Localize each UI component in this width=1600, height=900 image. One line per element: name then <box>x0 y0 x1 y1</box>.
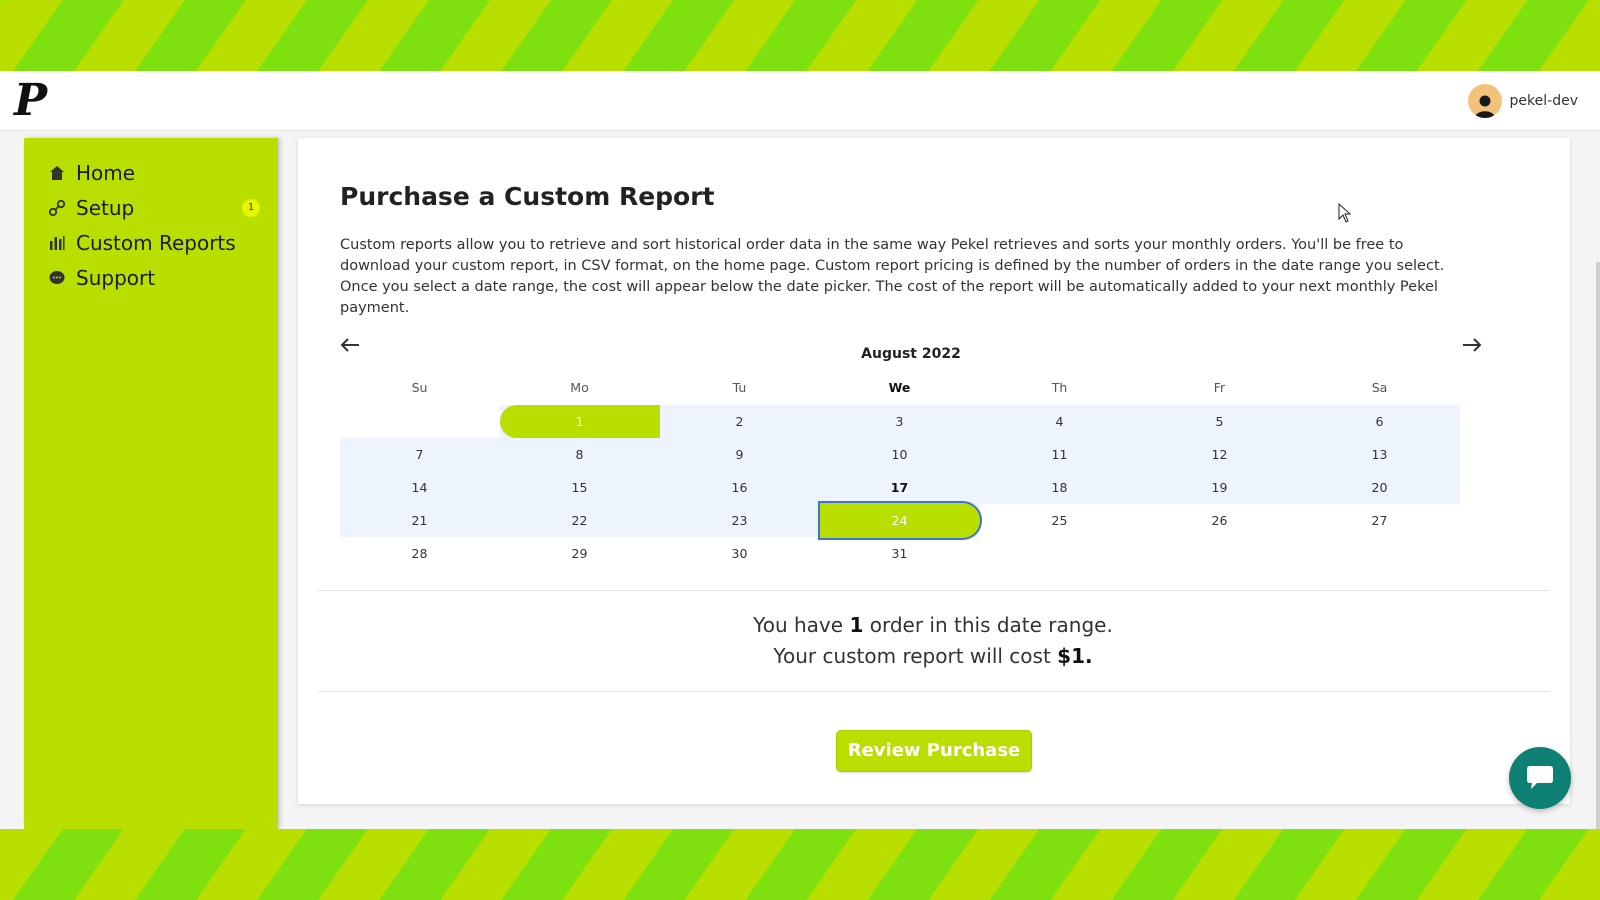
chat-bubble-icon <box>48 269 66 287</box>
calendar-day[interactable]: 8 <box>498 438 661 471</box>
summary-text: Your custom report will cost <box>773 644 1058 668</box>
calendar-day[interactable]: 19 <box>1138 471 1301 504</box>
sidebar-item-label: Custom Reports <box>76 231 236 255</box>
calendar-day[interactable]: 18 <box>978 471 1141 504</box>
calendar-day[interactable]: 4 <box>978 405 1141 438</box>
page-title: Purchase a Custom Report <box>340 182 715 211</box>
weekday-header: Su <box>411 380 428 395</box>
calendar-day[interactable]: 31 <box>818 537 981 570</box>
calendar-day[interactable]: 27 <box>1298 504 1461 537</box>
calendar-day[interactable]: 23 <box>658 504 821 537</box>
sidebar-item-support[interactable]: Support <box>48 266 155 290</box>
sidebar: Home Setup 1 Custom Reports Support <box>24 138 278 829</box>
calendar-day[interactable]: 21 <box>338 504 501 537</box>
calendar-day[interactable]: 22 <box>498 504 661 537</box>
calendar-day[interactable]: 11 <box>978 438 1141 471</box>
divider <box>318 691 1550 692</box>
calendar-day[interactable]: 7 <box>338 438 501 471</box>
calendar-day[interactable]: 13 <box>1298 438 1461 471</box>
link-icon <box>48 199 66 217</box>
chat-icon <box>1527 766 1553 789</box>
calendar-day[interactable]: 10 <box>818 438 981 471</box>
calendar-day[interactable]: 14 <box>338 471 501 504</box>
calendar-day[interactable]: 1 <box>498 405 661 438</box>
sidebar-item-label: Setup <box>76 196 135 220</box>
divider <box>318 590 1550 591</box>
calendar-day[interactable]: 28 <box>338 537 501 570</box>
user-menu[interactable]: pekel-dev <box>1467 84 1578 118</box>
pekel-logo[interactable]: P <box>14 75 47 127</box>
calendar-day[interactable]: 5 <box>1138 405 1301 438</box>
custom-report-card: Purchase a Custom Report Custom reports … <box>298 138 1570 804</box>
scrollbar[interactable] <box>1596 262 1600 852</box>
calendar-day[interactable]: 3 <box>818 405 981 438</box>
calendar-day[interactable]: 24 <box>818 504 981 537</box>
weekday-header: Th <box>1051 380 1068 395</box>
weekday-header: Sa <box>1371 380 1388 395</box>
main-area: Home Setup 1 Custom Reports Support Purc… <box>0 131 1600 852</box>
calendar-day[interactable]: 30 <box>658 537 821 570</box>
weekday-header: Fr <box>1213 380 1226 395</box>
user-avatar-icon[interactable] <box>1467 84 1502 118</box>
sidebar-item-home[interactable]: Home <box>48 161 135 185</box>
calendar-day[interactable]: 20 <box>1298 471 1461 504</box>
calendar-day[interactable]: 16 <box>658 471 821 504</box>
order-count: 1 <box>849 613 864 637</box>
order-count-line: You have 1 order in this date range. <box>340 610 1526 641</box>
calendar-day[interactable]: 25 <box>978 504 1141 537</box>
weekday-header: Tu <box>732 380 747 395</box>
page-description: Custom reports allow you to retrieve and… <box>340 237 1445 316</box>
calendar-day[interactable]: 29 <box>498 537 661 570</box>
sidebar-item-label: Support <box>76 266 156 290</box>
bar-chart-icon <box>48 234 66 252</box>
calendar-day[interactable]: 26 <box>1138 504 1301 537</box>
calendar-month-label: August 2022 <box>861 346 961 362</box>
username[interactable]: pekel-dev <box>1510 93 1578 109</box>
calendar-day[interactable]: 6 <box>1298 405 1461 438</box>
calendar-day[interactable]: 17 <box>818 471 981 504</box>
summary-text: You have <box>753 613 850 637</box>
decorative-stripe-top <box>0 0 1600 71</box>
report-cost-line: Your custom report will cost $1. <box>340 641 1526 672</box>
sidebar-item-custom-reports[interactable]: Custom Reports <box>48 231 236 255</box>
summary-text: order in this date range. <box>863 613 1113 637</box>
order-summary: You have 1 order in this date range. You… <box>340 610 1526 672</box>
chat-widget-button[interactable] <box>1509 747 1571 809</box>
calendar-day[interactable]: 2 <box>658 405 821 438</box>
decorative-stripe-bottom <box>0 829 1600 900</box>
weekday-header: We <box>888 380 911 395</box>
calendar-day[interactable]: 9 <box>658 438 821 471</box>
mouse-cursor-icon <box>1338 202 1352 227</box>
calendar-day[interactable]: 12 <box>1138 438 1301 471</box>
sidebar-item-label: Home <box>76 161 136 185</box>
review-purchase-button[interactable]: Review Purchase <box>836 730 1032 772</box>
home-icon <box>48 164 66 182</box>
setup-badge: 1 <box>242 199 260 217</box>
weekday-header: Mo <box>570 380 589 395</box>
report-cost: $1. <box>1057 644 1093 668</box>
top-bar: P pekel-dev <box>0 71 1600 131</box>
calendar-day[interactable]: 15 <box>498 471 661 504</box>
sidebar-item-setup[interactable]: Setup <box>48 196 134 220</box>
